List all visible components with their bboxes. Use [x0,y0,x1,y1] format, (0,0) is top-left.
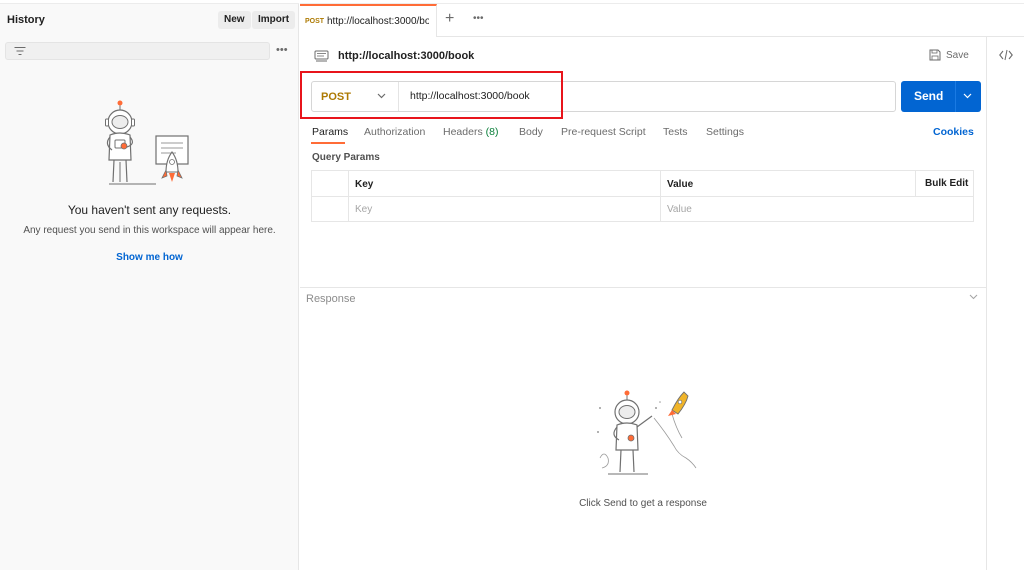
value-input[interactable]: Value [667,204,692,215]
annotation-highlight-box [300,71,563,119]
tab-headers-label: Headers [443,126,483,138]
tab-tests[interactable]: Tests [663,126,688,138]
tab-label: http://localhost:3000/book [327,16,429,27]
send-button[interactable]: Send [901,81,981,112]
tab-params[interactable]: Params [312,126,348,138]
astronaut-illustration [597,390,697,475]
tab-pre-request-script[interactable]: Pre-request Script [561,126,646,138]
bulk-edit-button[interactable]: Bulk Edit [925,178,968,189]
sidebar-title: History [7,14,45,26]
sidebar-top-strip [0,0,299,4]
history-sidebar: History New Import ••• You haven't sent … [0,0,299,570]
code-icon[interactable] [999,49,1013,61]
right-sidebar [986,37,1024,570]
import-button[interactable]: Import [252,11,296,29]
cookies-link[interactable]: Cookies [933,126,974,138]
query-params-table: Key Value Bulk Edit Key Value [311,170,974,222]
active-tab-indicator [311,142,345,144]
response-divider[interactable] [300,287,986,288]
tab-more-icon[interactable]: ••• [473,13,484,24]
request-tab[interactable]: POST http://localhost:3000/book [300,4,437,37]
column-header-key: Key [355,179,374,190]
astronaut-illustration [105,100,189,185]
response-title: Response [306,293,356,305]
save-icon[interactable] [929,49,941,61]
history-filter-input[interactable] [5,42,270,60]
send-label: Send [914,89,944,103]
request-name[interactable]: http://localhost:3000/book [338,50,474,62]
table-divider [348,171,349,221]
tab-body[interactable]: Body [519,126,543,138]
table-divider [312,196,973,197]
tab-method-badge: POST [305,18,325,25]
tab-headers[interactable]: Headers (8) [443,126,498,138]
add-tab-button[interactable]: + [445,10,454,28]
table-divider [660,171,661,221]
query-params-title: Query Params [312,152,380,163]
headers-count-badge: (8) [485,126,499,138]
http-icon [314,50,329,62]
key-input[interactable]: Key [355,204,372,215]
table-divider [915,171,916,196]
save-button[interactable]: Save [946,50,969,61]
show-me-how-link[interactable]: Show me how [0,252,299,263]
tab-settings[interactable]: Settings [706,126,744,138]
response-empty-hint: Click Send to get a response [579,498,707,509]
column-header-value: Value [667,179,694,190]
chevron-down-icon[interactable] [963,93,972,99]
send-split-divider [955,81,956,112]
empty-history-title: You haven't sent any requests. [67,203,232,217]
filter-icon [14,47,26,55]
chevron-down-icon[interactable] [969,294,978,300]
empty-history-subtitle: Any request you send in this workspace w… [23,225,276,236]
sidebar-more-icon[interactable]: ••• [276,44,288,56]
tab-bar: POST http://localhost:3000/book + ••• [300,4,1024,37]
new-button[interactable]: New [218,11,251,29]
tab-authorization[interactable]: Authorization [364,126,425,138]
